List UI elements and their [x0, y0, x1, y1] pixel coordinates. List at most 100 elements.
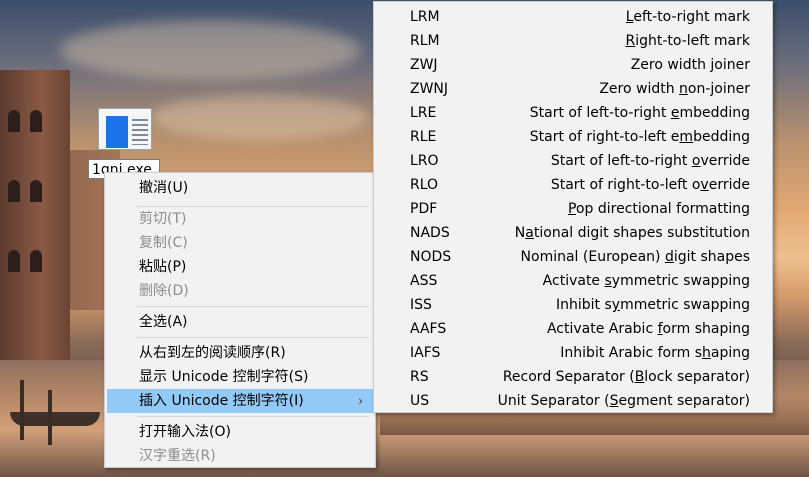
description-text: erride [708, 177, 750, 193]
description-text: Start of left-to-right [529, 105, 671, 121]
control-description: National digit shapes substitution [515, 221, 750, 245]
accelerator-key: R [625, 33, 636, 49]
description-text: Start of right-to-left o [550, 177, 701, 193]
menu-separator [137, 416, 369, 417]
control-description: Left-to-right mark [626, 5, 750, 29]
submenu-item-zwnj[interactable]: ZWNJ Zero width non-joiner [376, 77, 770, 101]
control-code: LRO [410, 153, 439, 169]
control-description: Activate Arabic form shaping [547, 317, 750, 341]
control-code: LRM [410, 9, 440, 25]
submenu-item-us[interactable]: US Unit Separator (Segment separator) [376, 389, 770, 413]
description-text: Inhibit s [556, 297, 612, 313]
description-text: Activate Arabic [546, 321, 658, 337]
accelerator-key: m [679, 129, 694, 145]
description-text: Record Separator ( [502, 369, 635, 385]
exe-file-icon[interactable] [96, 106, 152, 150]
control-code: US [410, 393, 430, 409]
edit-context-menu: 撤消(U) 剪切(T) 复制(C) 粘贴(P) 删除(D) 全选(A) 从右到左… [104, 172, 376, 468]
menu-item-open-ime[interactable]: 打开输入法(O) [107, 420, 373, 444]
submenu-item-aafs[interactable]: AAFS Activate Arabic form shaping [376, 317, 770, 341]
control-description: Pop directional formatting [568, 197, 750, 221]
menu-item-rtl-reading-order[interactable]: 从右到左的阅读顺序(R) [107, 341, 373, 365]
control-code: PDF [410, 201, 438, 217]
menu-item-undo[interactable]: 撤消(U) [107, 176, 373, 200]
control-code: ISS [410, 297, 432, 313]
wallpaper-window [30, 250, 42, 272]
wallpaper-window [8, 180, 20, 202]
submenu-item-iss[interactable]: ISS Inhibit symmetric swapping [376, 293, 770, 317]
control-description: Zero width joiner [631, 53, 750, 77]
submenu-item-lre[interactable]: LRE Start of left-to-right embedding [376, 101, 770, 125]
wallpaper-window [8, 250, 20, 272]
submenu-item-rlo[interactable]: RLO Start of right-to-left override [376, 173, 770, 197]
control-code: AAFS [410, 321, 447, 337]
accelerator-key: P [568, 201, 576, 217]
control-description: Start of left-to-right embedding [530, 101, 750, 125]
control-description: Unit Separator (Segment separator) [498, 389, 750, 413]
description-text: igit shapes [673, 249, 750, 265]
control-description: Start of right-to-left override [551, 173, 750, 197]
control-description: Start of right-to-left embedding [530, 125, 750, 149]
submenu-item-rle[interactable]: RLE Start of right-to-left embedding [376, 125, 770, 149]
control-description: Zero width non-joiner [599, 77, 750, 101]
description-text: op directional formatting [575, 201, 750, 217]
menu-item-cut[interactable]: 剪切(T) [107, 207, 373, 231]
description-text: ight-to-left mark [635, 33, 750, 49]
description-text: lock separator) [644, 369, 750, 385]
control-code: ZWJ [410, 57, 438, 73]
description-text: egment separator) [618, 393, 750, 409]
submenu-item-rlm[interactable]: RLM Right-to-left mark [376, 29, 770, 53]
description-text: bedding [693, 129, 750, 145]
submenu-item-ass[interactable]: ASS Activate symmetric swapping [376, 269, 770, 293]
menu-item-label: 插入 Unicode 控制字符(I) [139, 393, 304, 409]
menu-separator [137, 337, 369, 338]
menu-item-show-unicode-control[interactable]: 显示 Unicode 控制字符(S) [107, 365, 373, 389]
submenu-item-nods[interactable]: NODS Nominal (European) digit shapes [376, 245, 770, 269]
description-text: Inhibit Arabic form s [560, 345, 702, 361]
accelerator-key: B [634, 369, 645, 385]
description-text: Start of right-to-left e [529, 129, 680, 145]
menu-item-copy[interactable]: 复制(C) [107, 231, 373, 255]
description-text: mbedding [679, 105, 750, 121]
chevron-right-icon: › [358, 394, 363, 408]
submenu-item-lrm[interactable]: LRM Left-to-right mark [376, 5, 770, 29]
control-description: Right-to-left mark [626, 29, 751, 53]
control-code: NADS [410, 225, 450, 241]
submenu-item-rs[interactable]: RS Record Separator (Block separator) [376, 365, 770, 389]
menu-item-delete[interactable]: 删除(D) [107, 279, 373, 303]
submenu-item-zwj[interactable]: ZWJ Zero width joiner [376, 53, 770, 77]
description-text: Nominal (European) [520, 249, 665, 265]
submenu-item-pdf[interactable]: PDF Pop directional formatting [376, 197, 770, 221]
description-text: Unit Separator ( [497, 393, 610, 409]
control-code: RLM [410, 33, 440, 49]
menu-item-reconversion[interactable]: 汉字重选(R) [107, 444, 373, 468]
submenu-item-nads[interactable]: NADS National digit shapes substitution [376, 221, 770, 245]
control-code: NODS [410, 249, 452, 265]
submenu-item-iafs[interactable]: IAFS Inhibit Arabic form shaping [376, 341, 770, 365]
accelerator-key: d [664, 249, 674, 265]
icon-text-lines [132, 119, 148, 145]
description-text: ymmetric swapping [611, 273, 750, 289]
menu-item-paste[interactable]: 粘贴(P) [107, 255, 373, 279]
control-code: IAFS [410, 345, 441, 361]
wallpaper-cloud [150, 95, 370, 140]
control-code: RLO [410, 177, 439, 193]
accelerator-key: h [702, 345, 711, 361]
control-description: Inhibit Arabic form shaping [560, 341, 750, 365]
wallpaper-post [48, 390, 52, 445]
submenu-item-lro[interactable]: LRO Start of left-to-right override [376, 149, 770, 173]
accelerator-key: s [604, 273, 612, 289]
description-text: mmetric swapping [620, 297, 750, 313]
control-description: Start of left-to-right override [551, 149, 750, 173]
menu-item-insert-unicode-control[interactable]: 插入 Unicode 控制字符(I) › [107, 389, 373, 413]
control-code: RS [410, 369, 429, 385]
wallpaper-window [8, 110, 20, 132]
accelerator-key: n [679, 81, 688, 97]
description-text: Activate [542, 273, 605, 289]
description-text: eft-to-right mark [633, 9, 750, 25]
accelerator-key: y [611, 297, 621, 313]
description-text: aping [710, 345, 750, 361]
menu-item-select-all[interactable]: 全选(A) [107, 310, 373, 334]
control-description: Record Separator (Block separator) [503, 365, 750, 389]
description-text: on-joiner [687, 81, 750, 97]
